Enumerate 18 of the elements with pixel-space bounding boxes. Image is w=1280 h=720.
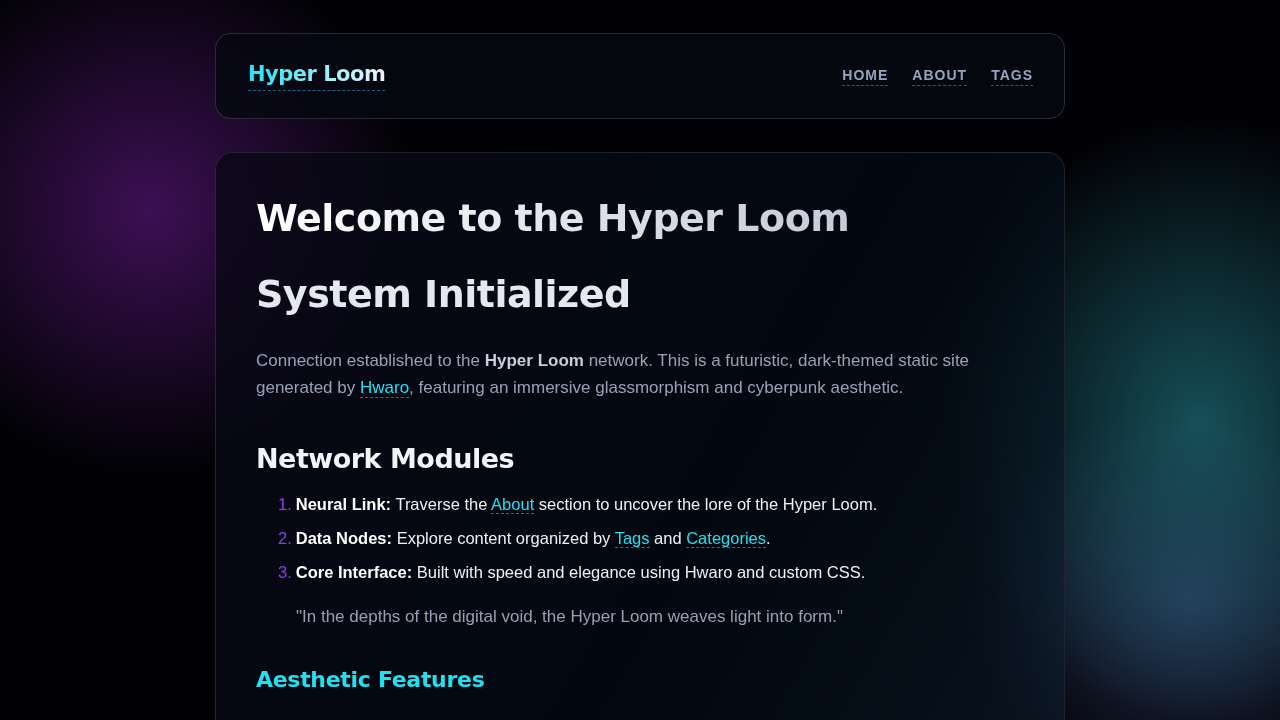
- list-item-text: Neural Link: Traverse the About section to uncover the lore of the Hyper Loom.: [295, 494, 878, 516]
- nav-link[interactable]: ABOUT: [912, 66, 968, 86]
- intro-paragraph: Connection established to the Hyper Loom network. This is a futuristic, dark-themed static site generated by Hwaro, featuring an immersive glassmorphism and cyberpunk aesthetic.: [256, 350, 971, 400]
- list-number: 3.: [278, 562, 292, 583]
- nav-link[interactable]: TAGS: [991, 66, 1033, 86]
- text-link[interactable]: Hwaro: [359, 378, 410, 398]
- list-number: 1.: [278, 494, 292, 515]
- list-number: 2.: [278, 528, 292, 549]
- section-title: System Initialized: [256, 271, 632, 318]
- text-link[interactable]: Categories: [686, 529, 766, 548]
- subsection-heading: Aesthetic Features: [256, 667, 486, 692]
- nav-link[interactable]: HOME: [842, 66, 889, 86]
- list-item-text: Data Nodes: Explore content organized by Tags and Categories.: [295, 528, 771, 550]
- section-heading: Network Modules: [256, 443, 516, 474]
- quote-text: "In the depths of the digital void, the Hyper Loom weaves light into form.": [296, 607, 844, 627]
- list-item-text: Core Interface: Built with speed and elegance using Hwaro and custom CSS.: [295, 562, 866, 583]
- text-link[interactable]: About: [491, 495, 535, 514]
- text-link[interactable]: Tags: [614, 529, 650, 548]
